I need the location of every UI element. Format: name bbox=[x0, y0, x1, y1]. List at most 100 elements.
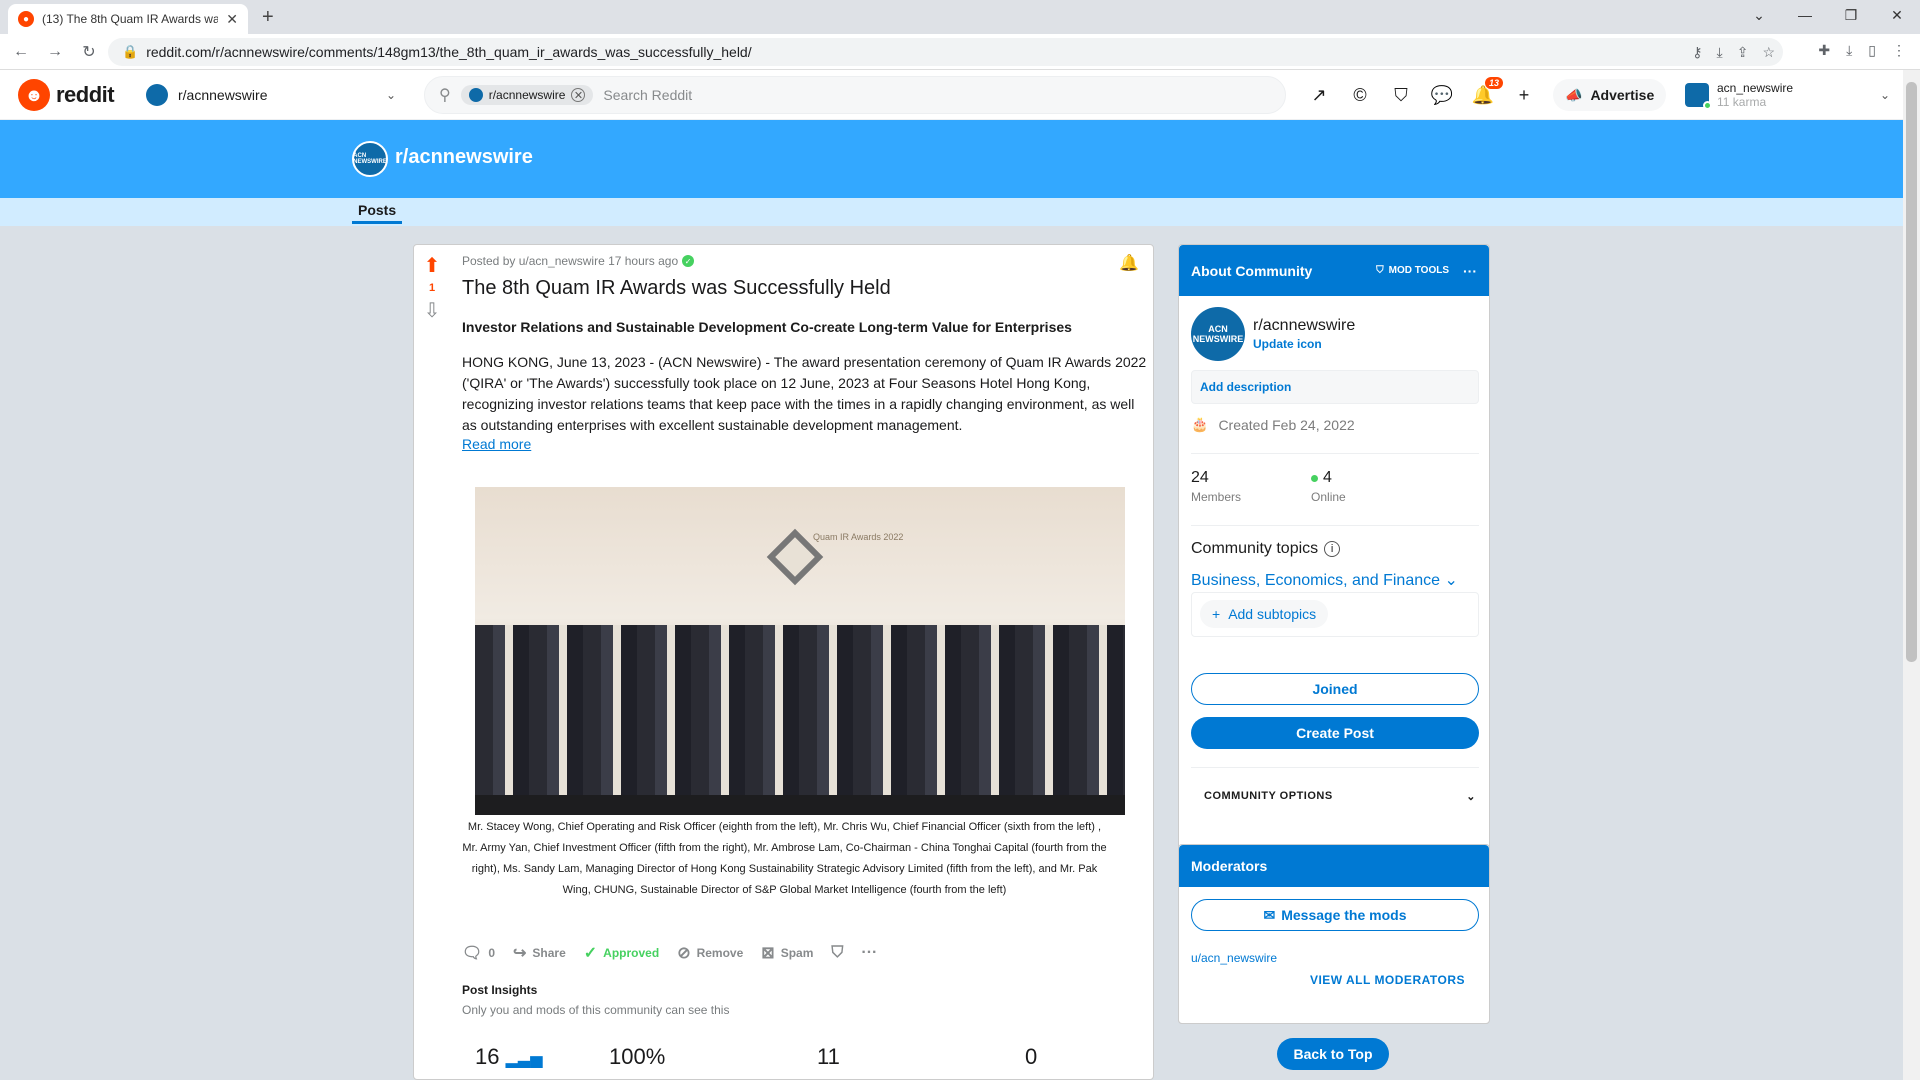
topic-dropdown[interactable]: Business, Economics, and Finance ⌄ bbox=[1191, 570, 1458, 590]
search-bar[interactable]: ⚲ r/acnnewswire ✕ Search Reddit bbox=[424, 76, 1286, 114]
approved-button[interactable]: ✓ Approved bbox=[584, 943, 659, 963]
divider bbox=[1191, 525, 1479, 526]
chat-icon[interactable]: 💬 bbox=[1430, 83, 1454, 107]
remove-label: Remove bbox=[696, 946, 744, 960]
community-subnav: Posts bbox=[0, 198, 1903, 226]
chip-avatar bbox=[468, 88, 483, 102]
more-dots-icon[interactable]: ··· bbox=[1463, 263, 1477, 279]
community-banner-avatar: ACN NEWSWIRE bbox=[352, 141, 388, 177]
chevron-down-icon: ⌄ bbox=[1466, 791, 1476, 803]
community-options-toggle[interactable]: COMMUNITY OPTIONS ⌄ bbox=[1204, 790, 1476, 803]
stat-views: 16 ▂▃▅ bbox=[475, 1044, 609, 1070]
back-icon[interactable]: ← bbox=[8, 43, 34, 61]
remove-button[interactable]: ⊘ Remove bbox=[677, 943, 743, 963]
close-window-icon[interactable]: ✕ bbox=[1874, 0, 1920, 30]
key-icon[interactable]: ⚷ bbox=[1692, 44, 1702, 61]
mod-actions-button[interactable]: ⛉ bbox=[831, 944, 843, 962]
notifications-bell-icon[interactable]: 🔔 13 bbox=[1471, 77, 1503, 107]
update-icon-link[interactable]: Update icon bbox=[1253, 337, 1355, 351]
comments-button[interactable]: 🗨 0 bbox=[462, 943, 495, 963]
logo-text: reddit bbox=[56, 82, 115, 107]
search-input[interactable]: Search Reddit bbox=[603, 87, 692, 103]
forward-icon[interactable]: → bbox=[42, 43, 68, 61]
share-icon: ↪ bbox=[513, 945, 527, 962]
user-avatar bbox=[1685, 83, 1712, 110]
popular-icon[interactable]: ↗ bbox=[1307, 83, 1331, 107]
bookmark-star-icon[interactable]: ☆ bbox=[1762, 44, 1775, 61]
joined-button[interactable]: Joined bbox=[1191, 673, 1479, 705]
new-tab-icon[interactable]: + bbox=[262, 6, 274, 29]
reload-icon[interactable]: ↻ bbox=[76, 42, 102, 62]
chevron-down-icon: ⌄ bbox=[1879, 88, 1890, 102]
chevron-down-icon: ⌄ bbox=[1444, 572, 1458, 589]
install-icon[interactable]: ⤓ bbox=[1717, 44, 1723, 61]
moderator-link[interactable]: u/acn_newswire bbox=[1191, 951, 1277, 965]
close-tab-icon[interactable]: ✕ bbox=[226, 11, 238, 28]
post-meta-text: Posted by u/acn_newswire 17 hours ago bbox=[462, 254, 679, 268]
message-mods-label: Message the mods bbox=[1281, 907, 1407, 923]
restore-icon[interactable]: ❐ bbox=[1828, 0, 1874, 30]
online-count: 4 bbox=[1323, 469, 1332, 486]
post-insights-title: Post Insights bbox=[462, 983, 538, 997]
sidepanel-icon[interactable]: ▯ bbox=[1868, 42, 1876, 59]
reddit-logo[interactable]: ☻ reddit bbox=[18, 79, 115, 111]
browser-tab[interactable]: ● (13) The 8th Quam IR Awards wa ✕ bbox=[8, 4, 248, 34]
add-subtopics-button[interactable]: + Add subtopics bbox=[1200, 600, 1329, 628]
shield-icon: ⛉ bbox=[1376, 265, 1384, 276]
mod-tools-button[interactable]: ⛉ MOD TOOLS bbox=[1376, 265, 1449, 276]
spam-button[interactable]: ⊠ Spam bbox=[761, 943, 813, 963]
browser-tabstrip: ● (13) The 8th Quam IR Awards wa ✕ + ⌄ —… bbox=[0, 0, 1920, 34]
url-text[interactable]: reddit.com/r/acnnewswire/comments/148gm1… bbox=[146, 44, 751, 60]
moderators-card: Moderators ✉ Message the mods u/acn_news… bbox=[1178, 844, 1490, 1024]
create-plus-icon[interactable]: + bbox=[1512, 83, 1536, 107]
follow-bell-icon[interactable]: 🔔 bbox=[1119, 253, 1139, 273]
reddit-header: ☻ reddit r/acnnewswire ⌄ ⚲ r/acnnewswire… bbox=[0, 70, 1903, 120]
message-mods-button[interactable]: ✉ Message the mods bbox=[1191, 899, 1479, 931]
create-post-button[interactable]: Create Post bbox=[1191, 717, 1479, 749]
topic-label: Business, Economics, and Finance bbox=[1191, 572, 1441, 589]
url-omnibox[interactable]: 🔒 reddit.com/r/acnnewswire/comments/148g… bbox=[108, 38, 1783, 66]
stat-views-value: 16 bbox=[475, 1044, 500, 1069]
share-page-icon[interactable]: ⇪ bbox=[1737, 44, 1749, 61]
advertise-button[interactable]: 📣 Advertise bbox=[1553, 79, 1667, 111]
stat-total-shares: 0 bbox=[1025, 1044, 1038, 1069]
minimize-icon[interactable]: — bbox=[1782, 0, 1828, 30]
tab-search-icon[interactable]: ⌄ bbox=[1736, 0, 1782, 30]
post-insights-subtitle: Only you and mods of this community can … bbox=[462, 1003, 730, 1017]
post-title[interactable]: The 8th Quam IR Awards was Successfully … bbox=[462, 277, 891, 300]
post-card: ⬆ 1 ⇩ 🔔 Posted by u/acn_newswire 17 hour… bbox=[413, 244, 1154, 1080]
community-banner-name: r/acnnewswire bbox=[395, 146, 533, 168]
bar-chart-icon[interactable]: ▂▃▅ bbox=[506, 1051, 543, 1068]
vote-count: 1 bbox=[428, 282, 436, 294]
post-image[interactable]: Quam IR Awards 2022 bbox=[475, 487, 1125, 815]
browser-menu-icon[interactable]: ⋮ bbox=[1892, 42, 1906, 59]
page-scrollbar[interactable] bbox=[1903, 70, 1920, 1080]
coins-icon[interactable]: © bbox=[1348, 83, 1372, 107]
tab-posts[interactable]: Posts bbox=[352, 202, 403, 224]
back-to-top-button[interactable]: Back to Top bbox=[1277, 1038, 1389, 1070]
lock-icon[interactable]: 🔒 bbox=[122, 44, 138, 60]
user-menu[interactable]: acn_newswire 11 karma ⌄ bbox=[1685, 78, 1890, 112]
header-icons: ↗ © ⛉ 💬 🔔 13 + bbox=[1307, 77, 1536, 107]
downloads-icon[interactable]: ⤓ bbox=[1846, 42, 1852, 59]
stat-upvote-rate: 100% bbox=[609, 1044, 666, 1069]
sidebar-community-name: r/acnnewswire bbox=[1253, 317, 1356, 334]
share-button[interactable]: ↪ Share bbox=[513, 943, 566, 963]
upvote-arrow-icon[interactable]: ⬆ bbox=[424, 253, 441, 278]
search-community-chip[interactable]: r/acnnewswire ✕ bbox=[460, 85, 594, 105]
add-description-button[interactable]: Add description bbox=[1191, 370, 1479, 404]
read-more-link[interactable]: Read more bbox=[462, 436, 531, 452]
info-icon[interactable]: i bbox=[1324, 541, 1341, 557]
sidebar-community-avatar[interactable]: ACN NEWSWIRE bbox=[1191, 307, 1245, 361]
more-options-button[interactable]: ··· bbox=[861, 944, 877, 962]
downvote-arrow-icon[interactable]: ⇩ bbox=[424, 298, 441, 323]
extensions-icon[interactable]: ✚ bbox=[1818, 42, 1830, 59]
view-all-moderators-link[interactable]: VIEW ALL MODERATORS bbox=[1310, 973, 1465, 987]
clear-chip-icon[interactable]: ✕ bbox=[571, 88, 586, 102]
scrollbar-thumb[interactable] bbox=[1906, 82, 1917, 662]
address-bar: ← → ↻ 🔒 reddit.com/r/acnnewswire/comment… bbox=[0, 34, 1920, 70]
community-selector[interactable]: r/acnnewswire ⌄ bbox=[146, 79, 396, 111]
group-photo-people bbox=[475, 625, 1125, 805]
mod-shield-icon[interactable]: ⛉ bbox=[1389, 83, 1413, 107]
mail-icon: ✉ bbox=[1263, 906, 1276, 923]
